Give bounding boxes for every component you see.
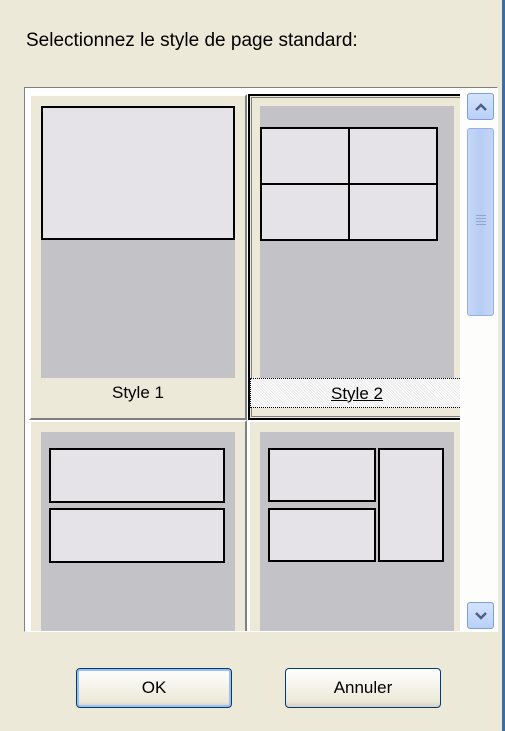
page-preview bbox=[41, 432, 235, 631]
layout-panel bbox=[378, 448, 444, 562]
grip-line bbox=[476, 218, 486, 219]
grip-line bbox=[476, 221, 486, 222]
grip-line bbox=[476, 224, 486, 225]
style-tile-3[interactable] bbox=[29, 420, 247, 631]
layout-panel bbox=[49, 508, 225, 563]
style-tile-2[interactable]: Style 2 bbox=[248, 94, 460, 420]
dialog-prompt: Selectionnez le style de page standard: bbox=[26, 30, 358, 51]
scroll-down-button[interactable] bbox=[467, 602, 494, 629]
chevron-down-icon bbox=[474, 611, 487, 620]
chevron-up-icon bbox=[474, 102, 487, 111]
grip-line bbox=[476, 215, 486, 216]
style-tile-4[interactable] bbox=[248, 420, 460, 631]
layout-panel bbox=[348, 183, 438, 241]
style-label: Style 1 bbox=[112, 383, 164, 402]
scroll-thumb[interactable] bbox=[467, 128, 494, 316]
style-tile-1[interactable]: Style 1 bbox=[29, 94, 247, 420]
page-preview bbox=[260, 106, 454, 378]
vertical-scrollbar[interactable] bbox=[463, 88, 497, 631]
layout-panel bbox=[260, 127, 350, 185]
layout-panel bbox=[49, 448, 225, 503]
layout-panel bbox=[260, 183, 350, 241]
scroll-up-button[interactable] bbox=[467, 93, 494, 120]
ok-button[interactable]: OK bbox=[76, 668, 232, 708]
style-tiles: Style 1 Style 2 bbox=[25, 88, 460, 631]
page-preview bbox=[260, 432, 454, 631]
style-list[interactable]: Style 1 Style 2 bbox=[24, 87, 498, 632]
layout-panel bbox=[268, 508, 376, 562]
layout-panel bbox=[348, 127, 438, 185]
layout-panel bbox=[268, 448, 376, 502]
style-label: Style 2 bbox=[250, 378, 460, 408]
page-preview bbox=[41, 106, 235, 378]
cancel-button[interactable]: Annuler bbox=[285, 668, 441, 708]
layout-panel bbox=[41, 106, 235, 240]
